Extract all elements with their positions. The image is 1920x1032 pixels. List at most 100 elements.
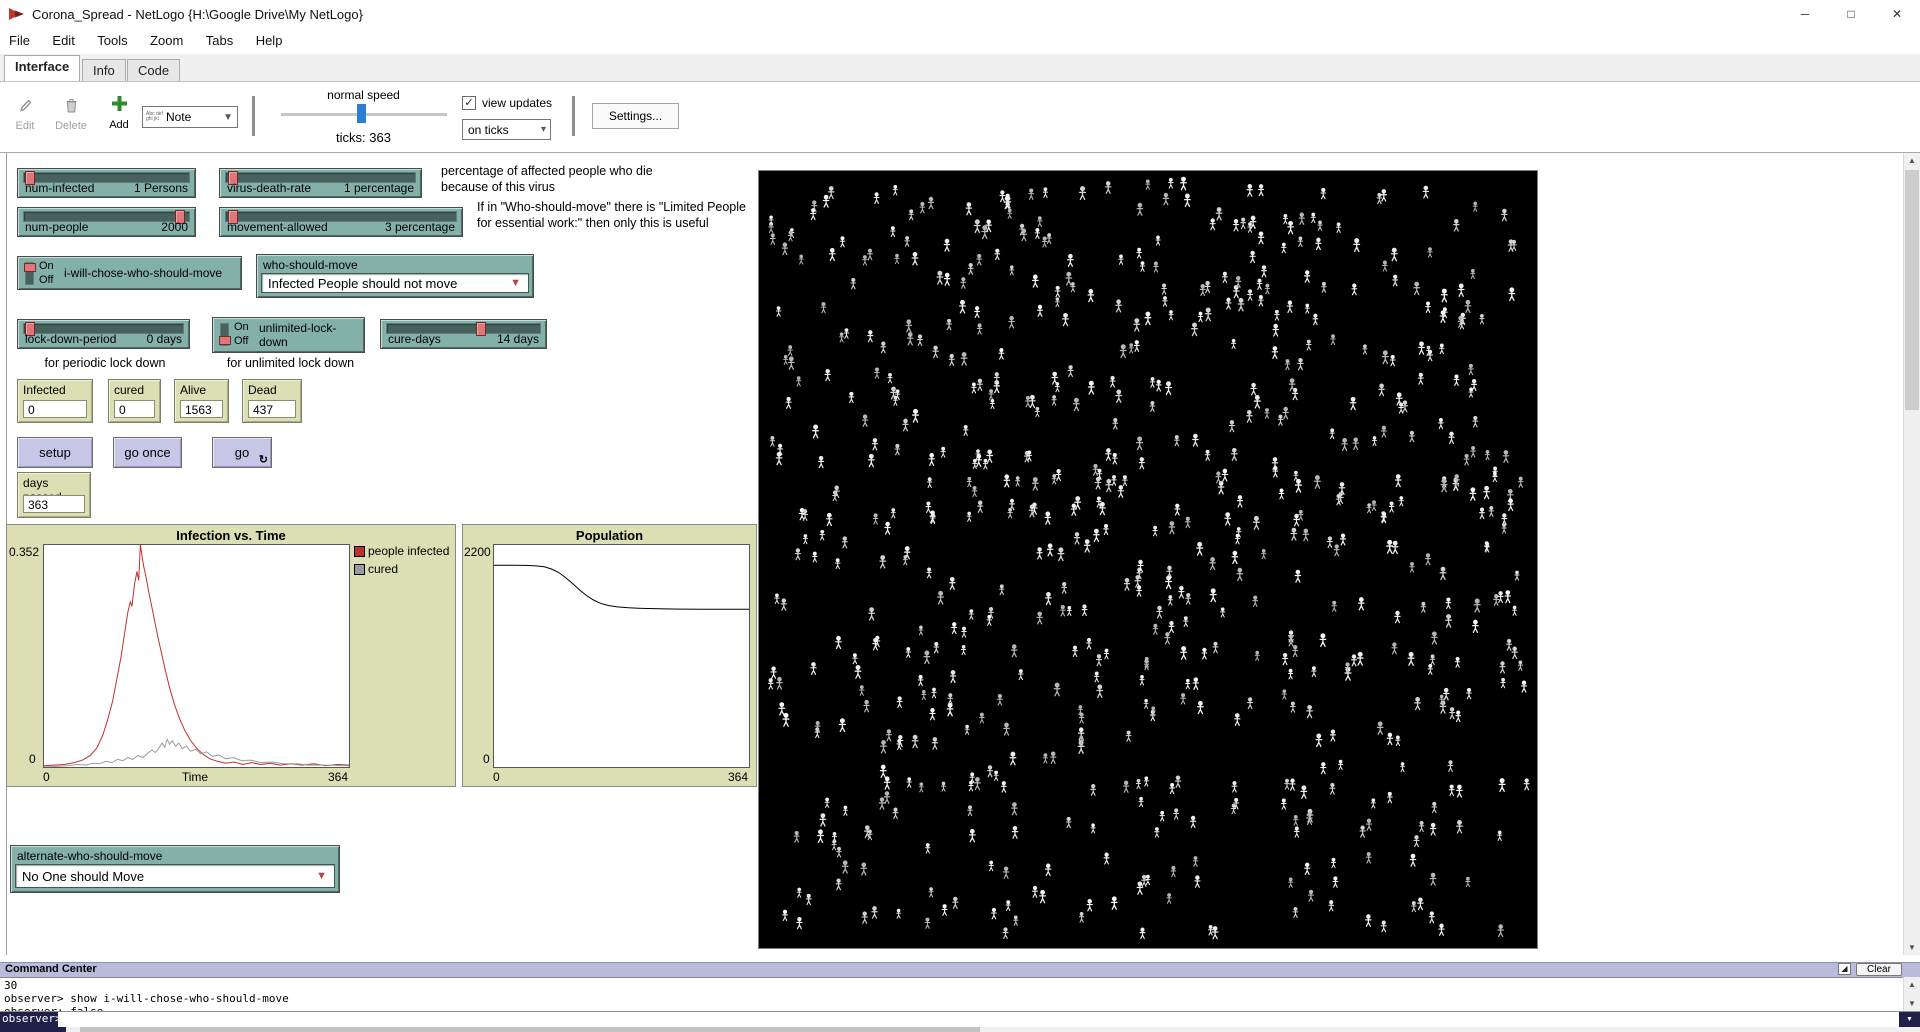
tab-info[interactable]: Info [82, 59, 126, 81]
monitor-label: Dead [248, 383, 277, 397]
plot-title: Population [463, 528, 756, 543]
dropdown-triangle-icon: ▼ [316, 870, 334, 882]
delete-tool-button[interactable]: Delete [52, 98, 90, 132]
slider-virus-death-rate[interactable]: virus-death-rate1 percentage [219, 168, 422, 198]
monitor-value: 1563 [180, 400, 223, 418]
switch-track[interactable] [25, 262, 34, 285]
scroll-up-arrow[interactable]: ▲ [1904, 153, 1920, 168]
menu-tools[interactable]: Tools [88, 28, 136, 53]
switch-unlimited-lock-down[interactable]: On Off unlimited-lock-down [212, 317, 365, 353]
legend-entry-infected: people infected [354, 544, 449, 558]
chooser-alternate-who-should-move[interactable]: alternate-who-should-move No One should … [10, 845, 340, 893]
command-center-title: Command Center [5, 963, 97, 975]
slider-label: movement-allowed [227, 220, 328, 234]
pencil-icon [18, 98, 32, 113]
switch-handle[interactable] [24, 263, 36, 272]
add-tool-label: Add [102, 119, 136, 131]
menu-zoom[interactable]: Zoom [141, 28, 192, 53]
slider-lock-down-period[interactable]: lock-down-period0 days [17, 319, 190, 349]
y-axis-min-label: 0 [483, 752, 490, 766]
menu-help[interactable]: Help [247, 28, 292, 53]
command-history-dropdown-icon[interactable]: ▼ [1899, 1012, 1920, 1027]
chooser-field[interactable]: No One should Move ▼ [15, 864, 335, 888]
slider-value: 1 Persons [134, 181, 188, 195]
command-center-location-toggle-icon[interactable]: ◢ [1838, 963, 1851, 975]
clear-button[interactable]: Clear [1856, 963, 1902, 976]
widget-type-value: Note [166, 110, 191, 124]
switch-track[interactable] [220, 323, 229, 346]
monitor-label: cured [114, 383, 144, 397]
observer-prompt[interactable]: observer> [0, 1012, 58, 1027]
monitor-alive: Alive 1563 [174, 379, 229, 423]
delete-tool-label: Delete [52, 120, 90, 132]
update-mode-dropdown[interactable]: on ticks ▾ [462, 119, 551, 140]
go-once-button[interactable]: go once [113, 437, 182, 468]
command-center-header[interactable]: Command Center [0, 962, 1920, 977]
menu-tabs[interactable]: Tabs [197, 28, 242, 53]
slider-value: 14 days [497, 332, 539, 346]
scroll-down-arrow[interactable]: ▼ [1904, 996, 1920, 1011]
note-death-rate: percentage of affected people who die be… [441, 163, 761, 195]
tab-code[interactable]: Code [127, 59, 180, 81]
slider-num-people[interactable]: num-people2000 [17, 207, 196, 237]
legend-swatch-red [354, 546, 365, 557]
main-vertical-scrollbar[interactable]: ▲ ▼ [1903, 153, 1920, 955]
x-axis-min-label: 0 [43, 770, 50, 784]
chooser-who-should-move[interactable]: who-should-move Infected People should n… [256, 254, 534, 298]
switch-on-off-labels: On Off [234, 320, 249, 348]
note-periodic-lockdown: for periodic lock down [20, 355, 190, 371]
slider-movement-allowed[interactable]: movement-allowed3 percentage [219, 207, 463, 237]
close-button[interactable]: ✕ [1874, 0, 1920, 28]
plot-title: Infection vs. Time [7, 528, 455, 543]
chevron-down-icon: ▾ [541, 124, 550, 135]
menu-bar: File Edit Tools Zoom Tabs Help [0, 28, 1920, 54]
y-axis-max-label: 0.352 [9, 545, 39, 559]
speed-slider-label: normal speed [280, 88, 447, 102]
plot-population: Population 2200 0 0 364 [462, 524, 757, 787]
speed-slider-thumb[interactable] [357, 104, 366, 123]
slider-label: virus-death-rate [227, 181, 311, 195]
tab-interface[interactable]: Interface [4, 55, 80, 81]
switch-i-will-chose-who-should-move[interactable]: On Off i-will-chose-who-should-move [17, 256, 242, 290]
monitor-value: 363 [23, 495, 85, 513]
legend-swatch-gray [354, 564, 365, 575]
slider-num-infected[interactable]: num-infected 1 Persons [17, 168, 196, 198]
add-tool-button[interactable]: Add [102, 95, 136, 131]
x-axis-max-label: 364 [718, 770, 748, 784]
menu-edit[interactable]: Edit [43, 28, 83, 53]
minimize-button[interactable]: ─ [1782, 0, 1828, 28]
scrollbar-thumb[interactable] [80, 1027, 980, 1032]
chooser-label: who-should-move [263, 258, 358, 272]
x-axis-min-label: 0 [493, 770, 500, 784]
edit-tool-button[interactable]: Edit [10, 98, 40, 132]
y-axis-min-label: 0 [29, 752, 36, 766]
slider-cure-days[interactable]: cure-days14 days [380, 319, 547, 349]
forever-loop-icon: ↻ [259, 453, 268, 466]
command-output-scrollbar[interactable]: ▲ ▼ [1903, 977, 1920, 1011]
legend-entry-cured: cured [354, 562, 398, 576]
setup-button[interactable]: setup [17, 437, 93, 468]
horizontal-scrollbar[interactable] [0, 1027, 1920, 1032]
slider-label: lock-down-period [25, 332, 116, 346]
scroll-up-arrow[interactable]: ▲ [1904, 977, 1920, 992]
slider-label: num-infected [25, 181, 94, 195]
switch-handle[interactable] [219, 336, 231, 345]
view-updates-label: view updates [482, 96, 552, 110]
maximize-button[interactable]: □ [1828, 0, 1874, 28]
command-input-row[interactable]: observer> ▼ [0, 1011, 1920, 1027]
legend-label: people infected [368, 544, 449, 558]
settings-button[interactable]: Settings... [592, 103, 679, 129]
command-center-output[interactable]: 30 observer> show i-will-chose-who-shoul… [0, 977, 1903, 1011]
output-line: observer> show i-will-chose-who-should-m… [4, 992, 1903, 1005]
go-forever-button[interactable]: go ↻ [212, 437, 272, 468]
menu-file[interactable]: File [0, 28, 39, 53]
toolbar: Edit Delete Add Abc def ghi jkl Note ▼ n… [0, 82, 1920, 153]
scrollbar-thumb[interactable] [1905, 170, 1919, 410]
widget-type-selector[interactable]: Abc def ghi jkl Note ▼ [142, 106, 238, 128]
chooser-field[interactable]: Infected People should not move ▼ [261, 273, 529, 293]
netlogo-logo-icon [8, 5, 26, 23]
switch-label: unlimited-lock-down [259, 318, 364, 352]
world-view[interactable] [758, 170, 1538, 949]
scroll-down-arrow[interactable]: ▼ [1904, 940, 1920, 955]
view-updates-checkbox[interactable]: ✓ [462, 96, 476, 110]
